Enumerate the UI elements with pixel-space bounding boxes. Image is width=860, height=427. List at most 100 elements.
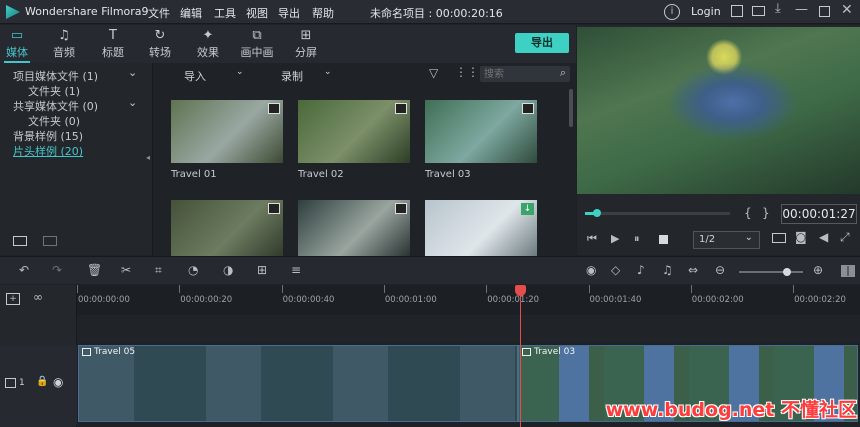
mark-in-icon[interactable]: { <box>744 206 752 220</box>
redo-icon[interactable]: ↷ <box>52 263 62 277</box>
layout-toggle-icon[interactable] <box>841 265 855 277</box>
media-library-tree: 项目媒体文件 (1) ⌄ 文件夹 (1) 共享媒体文件 (0) ⌄ 文件夹 (0) 背景样例… <box>0 63 153 255</box>
tab-split-screen[interactable]: ⊞ 分屏 <box>284 27 328 61</box>
scrubber-handle[interactable] <box>592 209 601 217</box>
zoom-slider-handle[interactable] <box>783 268 791 276</box>
snapshot-icon[interactable]: ◙ <box>795 230 807 244</box>
scrollbar[interactable] <box>569 89 573 127</box>
eye-icon[interactable]: ◉ <box>53 375 63 389</box>
cut-icon[interactable]: ✂ <box>121 263 131 277</box>
menu-item[interactable]: 工具 <box>214 5 236 21</box>
tab-transition[interactable]: ↻ 转场 <box>138 27 182 61</box>
login-link[interactable]: Login <box>691 5 721 18</box>
audio-mixer-icon[interactable]: ≡ <box>291 263 301 277</box>
tab-folder[interactable]: ▭ 媒体 <box>0 27 39 61</box>
media-thumbnail[interactable] <box>298 200 410 263</box>
display-settings-icon[interactable] <box>772 233 786 243</box>
menu-item[interactable]: 文件 <box>148 5 170 21</box>
step-back-icon[interactable]: ⏮ <box>587 232 597 246</box>
tree-item[interactable]: 片头样例 (20) <box>13 143 83 159</box>
speed-icon[interactable]: ◔ <box>188 263 198 277</box>
media-tabs: ▭ 媒体 ♫ 音频 T 标题 ↻ 转场 ✦ 效果 ⧉ 画中画 ⊞ 分屏 <box>0 25 576 63</box>
download-icon[interactable]: ⤓ <box>775 1 781 16</box>
save-icon[interactable] <box>731 5 743 17</box>
tree-item[interactable]: 共享媒体文件 (0) <box>13 98 98 114</box>
lock-icon[interactable]: 🔒 <box>36 376 48 387</box>
timeline-ruler[interactable]: 00:00:00:00 00:00:00:20 00:00:00:40 00:00:0… <box>77 285 860 315</box>
effects-icon: ✦ <box>202 28 214 43</box>
ruler-tick-label: 00:00:00:00 <box>78 295 130 305</box>
tree-item-label: 片头样例 (20) <box>13 145 84 158</box>
video-badge-icon <box>268 103 280 114</box>
collapse-panel-icon[interactable]: ◂ <box>146 153 150 162</box>
media-label: Travel 01 <box>171 169 217 180</box>
tree-item[interactable]: 文件夹 (1) <box>28 83 80 99</box>
info-icon[interactable]: i <box>664 4 680 20</box>
video-clip-travel-05[interactable]: Travel 05 <box>78 345 518 422</box>
delete-folder-icon[interactable] <box>43 236 57 246</box>
music-note-icon: ♫ <box>58 28 70 43</box>
close-icon[interactable]: ✕ <box>841 2 853 18</box>
mic-icon[interactable]: ♪ <box>637 263 645 277</box>
media-thumbnail[interactable] <box>171 200 283 263</box>
menu-item[interactable]: 视图 <box>246 5 268 21</box>
tab-pip[interactable]: ⧉ 画中画 <box>235 27 279 61</box>
media-thumbnail[interactable] <box>425 100 537 163</box>
timeline-zoom-slider[interactable] <box>739 268 803 276</box>
track-row: 1 🔒 ◉ <box>0 345 77 425</box>
play-icon[interactable]: ▶ <box>611 232 619 245</box>
chevron-down-icon: ⌄ <box>744 232 753 243</box>
download-badge-icon[interactable]: ↓ <box>521 203 534 215</box>
ruler-tick <box>690 285 692 293</box>
mark-out-icon[interactable]: } <box>762 206 770 220</box>
tree-item[interactable]: 文件夹 (0) <box>28 113 80 129</box>
voiceover-icon[interactable]: ♫ <box>662 263 673 277</box>
render-icon[interactable]: ◉ <box>586 263 596 277</box>
video-badge-icon <box>395 203 407 214</box>
media-thumbnail[interactable] <box>171 100 283 163</box>
tree-item[interactable]: 项目媒体文件 (1) <box>13 68 98 84</box>
undo-icon[interactable]: ↶ <box>19 263 29 277</box>
preview-video[interactable] <box>577 27 860 194</box>
pause-icon[interactable]: ⏸ <box>634 232 640 246</box>
media-label: Travel 03 <box>425 169 471 180</box>
empty-track <box>77 315 860 343</box>
tree-item[interactable]: 背景样例 (15) <box>13 128 83 144</box>
transition-icon: ↻ <box>154 28 166 43</box>
media-thumbnail[interactable] <box>298 100 410 163</box>
fullscreen-icon[interactable]: ⤢ <box>840 230 850 245</box>
minimize-icon[interactable]: — <box>795 2 808 17</box>
zoom-out-icon[interactable]: ⊖ <box>715 263 725 277</box>
menu-item[interactable]: 编辑 <box>180 5 202 21</box>
media-thumbnail[interactable]: ↓ <box>425 200 537 263</box>
tab-music-note[interactable]: ♫ 音频 <box>42 27 86 61</box>
ruler-tick-label: 00:00:00:40 <box>282 295 335 305</box>
marker-icon[interactable]: ◇ <box>611 263 620 277</box>
export-button[interactable]: 导出 <box>515 33 569 53</box>
delete-icon[interactable]: 🗑 <box>87 263 102 277</box>
menu-item[interactable]: 帮助 <box>312 5 334 21</box>
preview-scrubber[interactable] <box>585 209 730 217</box>
chevron-down-icon[interactable]: ⌄ <box>128 96 137 109</box>
chevron-down-icon[interactable]: ⌄ <box>128 66 137 79</box>
color-icon[interactable]: ◑ <box>223 263 233 277</box>
volume-icon[interactable]: ◀ <box>819 230 828 244</box>
stop-icon[interactable] <box>659 235 668 244</box>
tab-effects[interactable]: ✦ 效果 <box>186 27 230 61</box>
ruler-tick <box>77 285 78 293</box>
tab-label: 媒体 <box>6 46 28 59</box>
menu-item[interactable]: 导出 <box>278 5 300 21</box>
maximize-icon[interactable] <box>819 6 830 17</box>
mail-icon[interactable] <box>752 6 765 16</box>
media-grid: 导入 ⌄ 录制 ⌄ ▽ ⋮⋮ ⌕ Travel 01Travel 02Trave… <box>154 63 576 263</box>
new-folder-icon[interactable] <box>13 236 27 246</box>
zoom-select[interactable]: 1/2 ⌄ <box>693 231 760 249</box>
green-screen-icon[interactable]: ⊞ <box>257 263 267 277</box>
tab-text[interactable]: T 标题 <box>91 27 135 61</box>
zoom-in-icon[interactable]: ⊕ <box>813 263 823 277</box>
fit-timeline-icon[interactable]: ⇔ <box>688 263 698 277</box>
crop-icon[interactable]: ⌗ <box>155 263 162 278</box>
link-icon[interactable]: ∞ <box>33 290 43 304</box>
ruler-tick <box>281 285 283 293</box>
add-track-icon[interactable]: + <box>6 293 20 305</box>
